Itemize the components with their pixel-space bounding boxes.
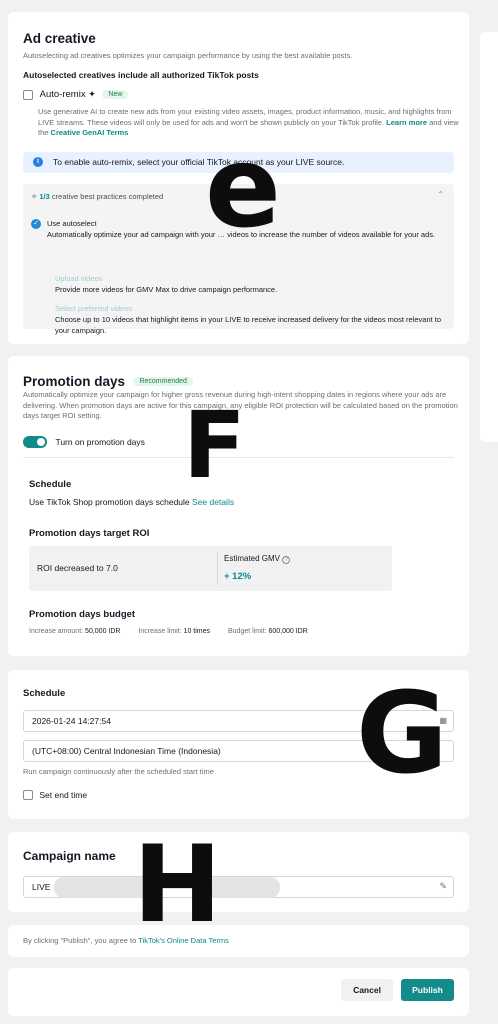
terms-card: By clicking "Publish", you agree to TikT… <box>8 925 469 957</box>
edit-icon[interactable]: ✎ <box>439 881 447 892</box>
promotion-days-title: Promotion days <box>23 374 126 389</box>
wand-icon: ✧ <box>31 192 38 201</box>
new-badge: New <box>102 90 129 99</box>
increase-limit-value: 10 times <box>183 628 211 635</box>
schedule-hint: Run campaign continuously after the sche… <box>23 767 214 776</box>
recommended-badge: Recommended <box>133 377 193 387</box>
info-banner-text: To enable auto-remix, select your offici… <box>53 157 345 167</box>
timezone-value: (UTC+08:00) Central Indonesian Time (Ind… <box>32 746 221 756</box>
annotation-letter-h: H <box>133 823 222 946</box>
auto-remix-row[interactable]: Auto-remix ✦ New <box>23 89 129 100</box>
check-circle-icon: ✓ <box>31 219 41 229</box>
promotion-toggle-label: Turn on promotion days <box>55 436 145 447</box>
start-datetime-value: 2026-01-24 14:27:54 <box>32 716 111 726</box>
increase-amount-value: 50,000 IDR <box>85 628 121 635</box>
annotation-letter-e: e <box>205 123 281 253</box>
sparkle-icon: ✦ <box>88 89 96 99</box>
best-practices-count: 1/3 <box>39 192 50 201</box>
promotion-toggle-row[interactable]: Turn on promotion days <box>23 433 145 451</box>
auto-remix-checkbox[interactable] <box>23 89 33 100</box>
terms-prefix: By clicking "Publish", you agree to <box>23 936 137 945</box>
use-autoselect-title: Use autoselect <box>47 219 97 228</box>
schedule-title: Schedule <box>23 688 66 699</box>
promo-schedule-heading: Schedule <box>29 479 72 490</box>
campaign-name-card: Campaign name LIVE 5( ✎ <box>8 832 469 912</box>
budget-limit-label: Budget limit: <box>227 628 267 635</box>
upload-videos-desc: Provide more videos for GMV Max to drive… <box>55 285 278 294</box>
upload-videos-link[interactable]: Upload videos <box>55 274 103 283</box>
info-icon: i <box>33 157 43 167</box>
select-videos-desc: Choose up to 10 videos that highlight it… <box>55 315 442 335</box>
select-videos-link[interactable]: Select preferred videos <box>55 304 132 313</box>
genai-terms-link[interactable]: Creative GenAI Terms <box>51 128 129 137</box>
cancel-button[interactable]: Cancel <box>341 979 393 1001</box>
best-practices-header[interactable]: ✧ 1/3 creative best practices completed <box>31 192 163 201</box>
target-roi-heading: Promotion days target ROI <box>29 528 150 539</box>
roi-box: ROI decreased to 7.0 Estimated GMV ? + 1… <box>29 546 392 591</box>
side-panel <box>480 32 498 442</box>
annotation-letter-f: F <box>183 392 246 499</box>
annotation-letter-g: G <box>356 669 448 799</box>
publish-button[interactable]: Publish <box>401 979 454 1001</box>
campaign-name-prefix: LIVE <box>32 882 51 892</box>
promotion-toggle[interactable] <box>23 435 47 448</box>
promo-schedule-text: Use TikTok Shop promotion days schedule <box>29 497 190 507</box>
set-end-time-checkbox[interactable] <box>23 789 33 800</box>
chevron-up-icon[interactable]: ⌃ <box>437 190 444 199</box>
ad-creative-title: Ad creative <box>23 31 96 46</box>
roi-text: ROI decreased to 7.0 <box>37 563 118 573</box>
promotion-days-header: Promotion days Recommended <box>23 373 193 391</box>
ad-creative-subtitle: Autoselecting ad creatives optimizes you… <box>23 51 353 60</box>
budget-row: Increase amount: 50,000 IDR Increase lim… <box>29 628 308 635</box>
roi-divider <box>217 552 218 585</box>
increase-amount-label: Increase amount: <box>29 628 84 635</box>
auto-remix-label: Auto-remix <box>39 89 86 100</box>
set-end-time-label: Set end time <box>39 789 88 800</box>
campaign-name-title: Campaign name <box>23 849 116 863</box>
budget-heading: Promotion days budget <box>29 609 136 620</box>
toggle-knob <box>37 437 45 446</box>
autoselected-heading: Autoselected creatives include all autho… <box>23 70 259 80</box>
footer-card: Cancel Publish <box>8 968 469 1016</box>
learn-more-link[interactable]: Learn more <box>386 118 427 127</box>
budget-limit-value: 600,000 IDR <box>268 628 308 635</box>
estimated-gmv-label-text: Estimated GMV <box>224 554 281 563</box>
increase-limit-label: Increase limit: <box>138 628 182 635</box>
set-end-time-row[interactable]: Set end time <box>23 789 87 800</box>
estimated-gmv-label: Estimated GMV ? <box>224 554 291 564</box>
best-practices-label: creative best practices completed <box>51 192 164 201</box>
help-icon[interactable]: ? <box>282 556 291 564</box>
estimated-gmv-value: + 12% <box>224 571 252 582</box>
